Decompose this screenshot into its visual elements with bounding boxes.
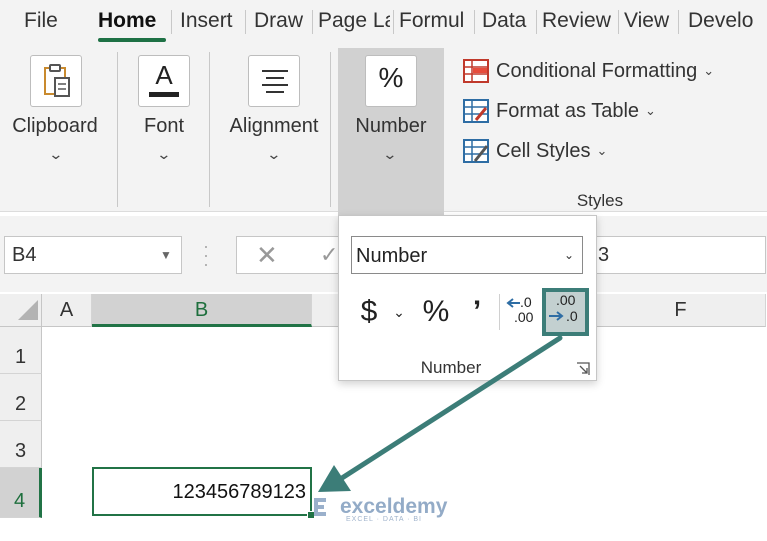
annotation-arrow <box>318 335 563 492</box>
